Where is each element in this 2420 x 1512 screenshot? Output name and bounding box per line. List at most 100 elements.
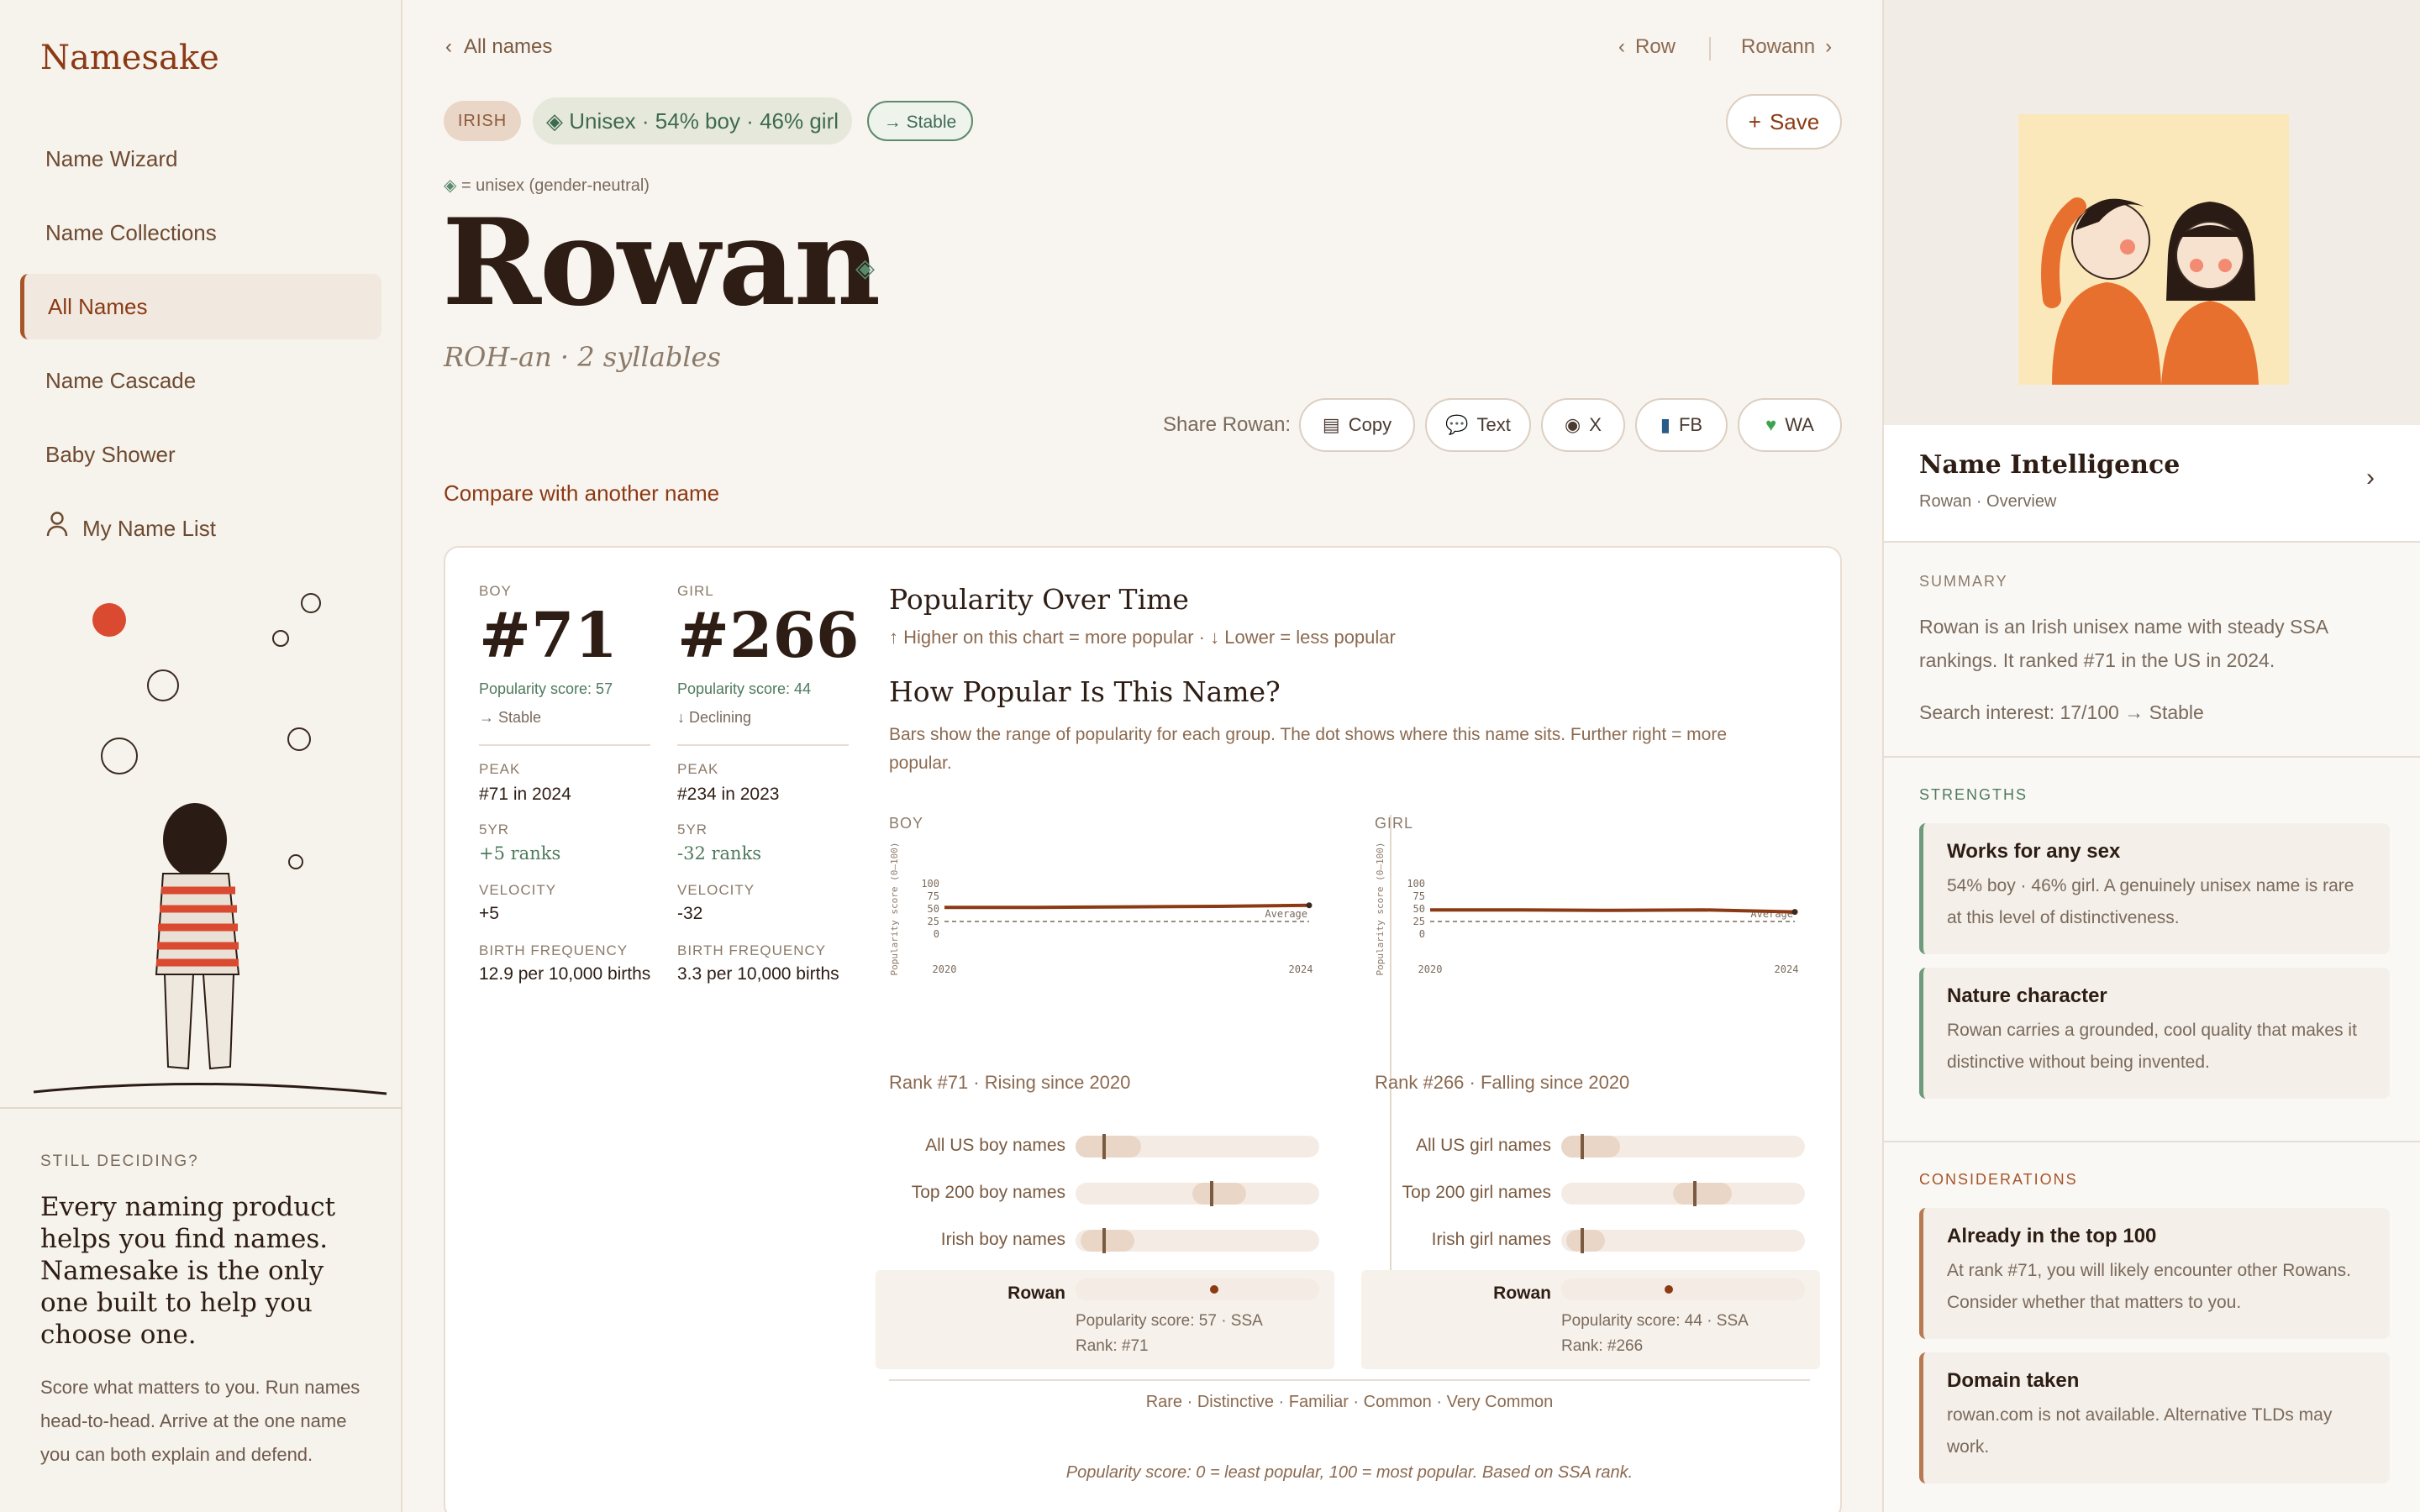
x-tick-label: 2020 (933, 963, 957, 975)
y-tick-label: 100 (1407, 878, 1425, 890)
x-tick-label: 2024 (1775, 963, 1799, 975)
girl-rank: #266 (677, 600, 860, 672)
search-interest: Search interest: 17/100 → Stable (1919, 701, 2204, 723)
prev-label: Row (1635, 35, 1676, 58)
boy-key: BOY (479, 583, 512, 599)
y-tick-label: 25 (1413, 916, 1425, 927)
girl-divider (677, 744, 849, 746)
range-marker (1581, 1228, 1585, 1253)
boy-divider (479, 744, 650, 746)
girl-freq: 3.3 per 10,000 births (677, 964, 839, 984)
compare-link[interactable]: Compare with another name (444, 480, 719, 507)
how-popular-title: How Popular Is This Name? (889, 675, 1281, 708)
notepad-icon: ▤ (1322, 414, 1340, 435)
y-axis-label: Popularity score (0–100) (889, 843, 900, 976)
ni-subtitle: Rowan · Overview (1919, 492, 2057, 511)
data-point (1791, 909, 1798, 916)
sidebar-divider (0, 1107, 402, 1109)
next-name-link[interactable]: Rowann › (1741, 35, 1832, 59)
strength-card: Works for any sex 54% boy · 46% girl. A … (1919, 823, 2390, 954)
scale-label: Distinctive (1197, 1393, 1274, 1411)
save-button[interactable]: + Save (1726, 94, 1842, 150)
range-track (1076, 1134, 1319, 1159)
share-copy-label: Copy (1348, 414, 1392, 435)
sidebar-item-baby-shower[interactable]: Baby Shower (20, 422, 381, 487)
girl-chart-key: GIRL (1375, 815, 1414, 832)
y-axis-label: Popularity score (0–100) (1375, 843, 1386, 976)
range-row-label: Irish girl names (1431, 1230, 1551, 1249)
range-row-label: Top 200 boy names (911, 1183, 1065, 1202)
y-tick-label: 0 (1419, 928, 1425, 940)
share-wa-button[interactable]: ♥ WA (1738, 398, 1842, 452)
main-content: ‹ All names ‹ Row Rowann › IRISH ◈ Unisex ·… (403, 0, 1882, 1512)
you-rank: Rank: #266 (1561, 1337, 1644, 1355)
strength-title: Works for any sex (1947, 840, 2121, 863)
boy-5yr: +5 ranks (479, 843, 561, 864)
popularity-line (944, 903, 1310, 910)
sidebar-item-my-name-list[interactable]: My Name List (20, 496, 381, 561)
speech-bubble-icon: 💬 (1445, 414, 1469, 435)
share-label: Share Rowan: (1163, 413, 1292, 436)
scale-label: Rare (1145, 1393, 1183, 1411)
range-fill (1565, 1230, 1606, 1252)
trend-tag: → Stable (867, 101, 973, 141)
chevron-left-icon: ‹ (1618, 35, 1625, 58)
name-intelligence-header[interactable]: Name Intelligence Rowan · Overview › (1884, 425, 2420, 543)
popularity-line (1430, 908, 1796, 914)
y-tick-label: 25 (928, 916, 939, 927)
you-meta: Popularity score: 57 · SSA Rank: #71 (1076, 1309, 1263, 1359)
girl-popularity-chart: Popularity score (0–100) 0255075100Averag… (1375, 843, 1799, 976)
range-fill (1076, 1136, 1142, 1158)
boy-score: Popularity score: 57 (479, 680, 613, 697)
y-tick-label: 75 (1413, 890, 1425, 902)
x-tick-label: 2024 (1289, 963, 1313, 975)
sidebar-item-name-wizard[interactable]: Name Wizard (20, 126, 381, 192)
range-row-label: Irish boy names (940, 1230, 1065, 1249)
sidebar-item-label: Name Wizard (45, 146, 178, 171)
back-link[interactable]: ‹ All names (445, 35, 552, 59)
promo-body: Score what matters to you. Run names hea… (40, 1377, 360, 1465)
eye-icon: ◉ (1565, 414, 1581, 435)
x-tick-label: 2020 (1418, 963, 1443, 975)
boy-freq-key: BIRTH FREQUENCY (479, 942, 629, 958)
chevron-left-icon: ‹ (445, 35, 452, 58)
share-x-label: X (1589, 414, 1602, 435)
share-x-button[interactable]: ◉ X (1541, 398, 1625, 452)
range-marker (1209, 1181, 1213, 1206)
sidebar-item-label: Baby Shower (45, 442, 176, 467)
sidebar-item-all-names[interactable]: All Names (20, 274, 381, 339)
prev-name-link[interactable]: ‹ Row (1618, 35, 1676, 59)
share-fb-button[interactable]: ▮ FB (1635, 398, 1728, 452)
chevron-right-icon: › (1825, 35, 1833, 58)
app-logo[interactable]: Namesake (40, 39, 219, 77)
you-rank: Rank: #71 (1076, 1337, 1149, 1355)
back-label: All names (464, 35, 553, 58)
promo-headline: Every naming product helps you find name… (40, 1192, 336, 1350)
chevron-right-icon[interactable]: › (2366, 464, 2375, 492)
share-copy-button[interactable]: ▤ Copy (1299, 398, 1415, 452)
sidebar-item-name-collections[interactable]: Name Collections (20, 200, 381, 265)
strength-body: 54% boy · 46% girl. A genuinely unisex n… (1947, 876, 2354, 927)
girl-rank-summary: Rank #266 · Falling since 2020 (1375, 1072, 1630, 1093)
range-fill (1080, 1230, 1134, 1252)
sidebar-item-name-cascade[interactable]: Name Cascade (20, 348, 381, 413)
y-tick-label: 50 (1413, 903, 1425, 915)
share-text-button[interactable]: 💬 Text (1425, 398, 1531, 452)
boy-5yr-key: 5YR (479, 822, 510, 837)
panel-divider (1884, 1141, 2420, 1142)
you-label: Rowan (1493, 1284, 1551, 1303)
boy-rank: #71 (479, 600, 618, 672)
unisex-diamond-icon: ◈ (545, 108, 570, 134)
you-label: Rowan (1007, 1284, 1065, 1303)
boy-rank-summary: Rank #71 · Rising since 2020 (889, 1072, 1131, 1093)
range-fill (1192, 1183, 1246, 1205)
promo-kicker: STILL DECIDING? (40, 1152, 199, 1170)
sidebar: Namesake Name Wizard Name Collections Al… (0, 0, 402, 1512)
sidebar-item-label: All Names (48, 294, 148, 319)
strengths-key: STRENGTHS (1919, 786, 2028, 803)
score-footnote: Popularity score: 0 = least popular, 100… (1065, 1463, 1634, 1482)
range-row-label: Top 200 girl names (1402, 1183, 1551, 1202)
share-fb-label: FB (1678, 414, 1703, 435)
range-row-label: All US boy names (925, 1136, 1065, 1155)
share-text-label: Text (1476, 414, 1511, 435)
